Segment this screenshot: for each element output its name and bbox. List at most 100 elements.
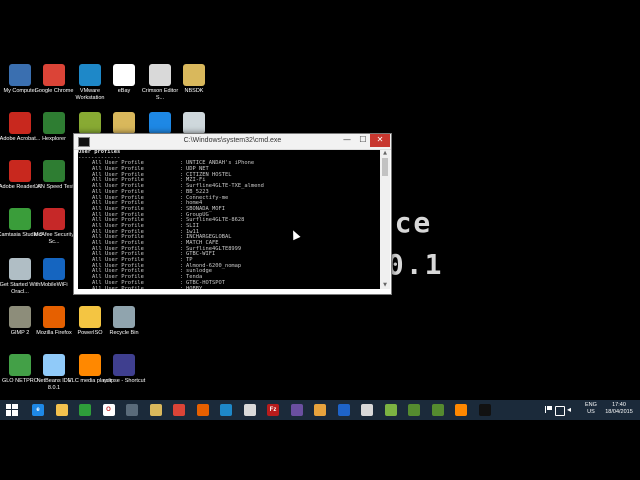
vmware-icon — [220, 404, 232, 416]
media-player-icon — [314, 404, 326, 416]
clock-time: 17:40 — [612, 402, 626, 408]
desktop-shortcut-label: NBSDK — [184, 88, 204, 94]
folder-icon — [183, 64, 205, 86]
xampp-icon — [361, 404, 373, 416]
image-viewer-icon — [408, 404, 420, 416]
vlc-icon — [455, 404, 467, 416]
taskbar-button[interactable] — [477, 402, 493, 418]
taskbar-button[interactable] — [383, 402, 399, 418]
desktop-shortcut[interactable]: Get Started With Oracl... — [0, 258, 40, 295]
opera-icon: O — [102, 404, 115, 416]
desktop-shortcut[interactable]: eclipse - Shortcut — [103, 354, 145, 385]
desktop-shortcut-label: eclipse - Shortcut — [102, 378, 146, 384]
windows-start-icon[interactable] — [4, 402, 20, 418]
eclipse-icon — [290, 404, 303, 416]
taskbar-button[interactable]: Fz — [265, 402, 281, 418]
desktop-shortcut[interactable]: NetBeans IDE 8.0.1 — [36, 354, 72, 391]
clock[interactable]: 17:40 18/04/2015 — [601, 402, 637, 416]
scroll-up-arrow-icon[interactable]: ▲ — [380, 150, 390, 157]
letterbox-bottom — [0, 420, 640, 480]
taskbar-button[interactable] — [430, 402, 446, 418]
minimize-button[interactable]: — — [340, 134, 354, 147]
vlc-icon — [79, 354, 101, 376]
language-indicator[interactable]: ENG US — [585, 402, 597, 416]
scroll-down-arrow-icon[interactable]: ▼ — [380, 282, 390, 289]
netbeans-icon — [43, 354, 65, 376]
camtasia-icon — [9, 208, 31, 230]
adobe-reader-icon — [9, 160, 31, 182]
firefox-icon — [43, 306, 65, 328]
oracle-icon — [9, 258, 31, 280]
crimson-editor-icon — [243, 404, 256, 416]
network-icon[interactable] — [555, 406, 565, 416]
glo-icon — [9, 354, 31, 376]
desktop-shortcut-label: MobileWiFi — [40, 282, 68, 288]
taskbar-button[interactable]: O — [101, 402, 117, 418]
ebay-icon — [113, 64, 135, 86]
taskbar-button[interactable] — [359, 402, 375, 418]
profile-name: HOBBY — [186, 285, 203, 289]
region-code: US — [587, 409, 595, 415]
taskbar-button[interactable] — [289, 402, 305, 418]
adobe-acrobat-icon — [9, 112, 31, 134]
profile-line: All User Profile: HOBBY — [78, 285, 380, 289]
taskbar-button[interactable] — [148, 402, 164, 418]
calculator-icon — [126, 404, 138, 416]
folder-icon — [113, 112, 135, 134]
vmware-icon — [79, 64, 101, 86]
poweriso-icon — [79, 306, 101, 328]
flag-icon[interactable] — [545, 406, 552, 413]
file-explorer-icon — [55, 404, 68, 416]
taskbar-button[interactable] — [77, 402, 93, 418]
taskbar-button[interactable] — [336, 402, 352, 418]
desktop-shortcut[interactable]: Hexplorer — [36, 112, 72, 143]
desktop-shortcut-label: McAfee Security Sc... — [33, 232, 75, 245]
maximize-button[interactable]: ☐ — [356, 134, 370, 147]
chrome-icon — [43, 64, 65, 86]
taskbar-button[interactable] — [242, 402, 258, 418]
taskbar-button[interactable] — [171, 402, 187, 418]
cmd-window[interactable]: C:\Windows\system32\cmd.exe — ☐ ✕ User p… — [73, 133, 392, 295]
desktop-shortcut[interactable]: MobileWiFi — [36, 258, 72, 289]
console-output[interactable]: User profiles ------------- All User Pro… — [78, 150, 380, 289]
desktop-shortcut[interactable]: McAfee Security Sc... — [34, 208, 74, 245]
folder-icon — [149, 404, 162, 416]
document-icon — [183, 112, 205, 134]
scrollbar-thumb[interactable] — [382, 158, 388, 176]
taskbar-button[interactable] — [406, 402, 422, 418]
cmd-titlebar[interactable]: C:\Windows\system32\cmd.exe — ☐ ✕ — [74, 134, 391, 150]
dropbox-icon — [149, 112, 171, 134]
mobile-wifi-icon — [43, 258, 65, 280]
cmd-icon — [478, 404, 491, 416]
desktop-shortcut-label: Recycle Bin — [109, 330, 139, 336]
desktop-shortcut[interactable]: VMware Workstation — [72, 64, 108, 101]
lan-speed-test-icon — [43, 160, 65, 182]
taskbar-button[interactable] — [195, 402, 211, 418]
taskbar-button[interactable] — [124, 402, 140, 418]
mcafee-icon — [43, 208, 65, 230]
desktop-shortcut[interactable]: LAN Speed Test — [34, 160, 74, 191]
taskbar-button[interactable] — [218, 402, 234, 418]
desktop-shortcut[interactable]: NBSDK — [176, 64, 212, 95]
taskbar-button[interactable]: e — [30, 402, 46, 418]
system-tray: ◂ ENG US 17:40 18/04/2015 — [545, 400, 640, 420]
volume-icon[interactable]: ◂ — [567, 405, 571, 414]
desktop-shortcut[interactable]: Crimson Editor S... — [142, 64, 178, 101]
language-code: ENG — [585, 402, 597, 408]
eclipse-icon — [113, 354, 135, 376]
computer-icon — [9, 64, 31, 86]
internet-explorer-icon: e — [32, 404, 44, 416]
profile-list: All User Profile: UNTICE ANDAH's iPhone Al… — [78, 161, 380, 289]
crimson-editor-icon — [149, 64, 171, 86]
chrome-icon — [173, 404, 185, 416]
desktop-shortcut-label: Hexplorer — [42, 136, 66, 142]
firefox-icon — [196, 404, 209, 416]
close-button[interactable]: ✕ — [370, 134, 390, 147]
console-scrollbar[interactable]: ▲ ▼ — [380, 150, 390, 289]
taskbar-button[interactable] — [54, 402, 70, 418]
taskbar-button[interactable] — [312, 402, 328, 418]
android-icon — [384, 404, 397, 416]
bittorrent-icon — [79, 112, 101, 134]
taskbar-button[interactable] — [453, 402, 469, 418]
desktop-shortcut[interactable]: Recycle Bin — [106, 306, 142, 337]
